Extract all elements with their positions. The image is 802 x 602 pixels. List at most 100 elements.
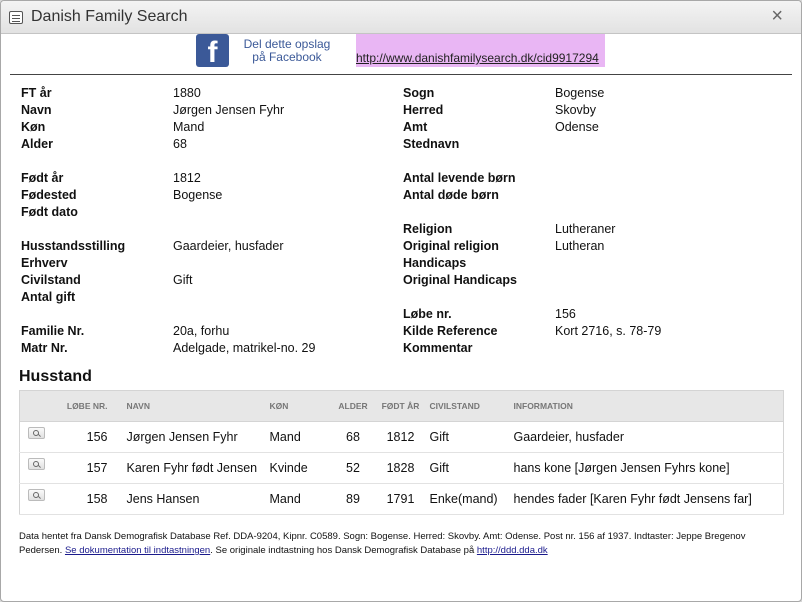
magnifier-icon[interactable] — [28, 489, 45, 501]
field-label: Løbe nr. — [403, 307, 452, 321]
cell-lobe: 156 — [57, 421, 112, 453]
field-label: FT år — [21, 86, 52, 100]
facebook-share-line2: på Facebook — [252, 50, 322, 64]
column-header: LØBE NR. — [57, 390, 112, 422]
cell-navn: Karen Fyhr født Jensen — [111, 452, 266, 484]
column-header: KØN — [265, 390, 331, 422]
facebook-icon[interactable]: f — [196, 34, 229, 67]
field-value: Bogense — [173, 188, 223, 202]
field-label: Erhverv — [21, 256, 68, 270]
cell-info: Gaardeier, husfader — [509, 421, 784, 453]
magnifier-icon[interactable] — [28, 458, 45, 470]
view-cell — [19, 421, 58, 453]
column-header: NAVN — [111, 390, 266, 422]
cell-navn: Jens Hansen — [111, 483, 266, 515]
field-label: Familie Nr. — [21, 324, 85, 338]
field-label: Herred — [403, 103, 444, 117]
field-label: Alder — [21, 137, 53, 151]
source-footer: Data hentet fra Dansk Demografisk Databa… — [19, 530, 784, 558]
cell-kon: Mand — [265, 483, 331, 515]
cell-kon: Mand — [265, 421, 331, 453]
field-value: Skovby — [555, 103, 596, 117]
field-label: Kilde Reference — [403, 324, 498, 338]
field-label: Sogn — [403, 86, 435, 100]
table-row: 156 Jørgen Jensen Fyhr Mand 68 1812 Gift Gaard… — [19, 421, 784, 453]
field-value: Gaardeier, husfader — [173, 239, 284, 253]
record-content: f Del dette opslag på Facebook http://ww… — [10, 34, 792, 601]
cell-lobe: 158 — [57, 483, 112, 515]
cell-alder: 68 — [330, 421, 376, 453]
field-label: Husstandsstilling — [21, 239, 126, 253]
field-value: Lutheran — [555, 239, 605, 253]
view-cell — [19, 452, 58, 484]
footer-text: . Se originale indtastning hos Dansk Dem… — [210, 545, 477, 556]
household-header-row: LØBE NR. NAVN KØN ALDER FØDT ÅR CIVILSTA… — [19, 390, 784, 422]
column-header: CIVILSTAND — [425, 390, 510, 422]
field-label: Født år — [21, 171, 64, 185]
document-icon — [9, 10, 23, 24]
column-header: INFORMATION — [509, 390, 784, 422]
field-label: Navn — [21, 103, 52, 117]
field-value: Jørgen Jensen Fyhr — [173, 103, 285, 117]
field-label: Amt — [403, 120, 428, 134]
field-value: 1880 — [173, 86, 201, 100]
field-label: Født dato — [21, 205, 78, 219]
facebook-share-link[interactable]: Del dette opslag på Facebook — [236, 38, 338, 64]
share-bar: f Del dette opslag på Facebook http://ww… — [10, 34, 792, 75]
field-label: Original religion — [403, 239, 499, 253]
field-value: Odense — [555, 120, 599, 134]
field-label: Kommentar — [403, 341, 473, 355]
table-row: 157 Karen Fyhr født Jensen Kvinde 52 1828 Gif… — [19, 452, 784, 484]
field-value: Mand — [173, 120, 205, 134]
cell-info: hans kone [Jørgen Jensen Fyhrs kone] — [509, 452, 784, 484]
view-cell — [19, 483, 58, 515]
cell-kon: Kvinde — [265, 452, 331, 484]
field-label: Antal levende børn — [403, 171, 516, 185]
column-header: ALDER — [330, 390, 376, 422]
view-column-header — [19, 390, 58, 422]
permalink-box: http://www.danishfamilysearch.dk/cid9917… — [356, 34, 605, 67]
permalink-link[interactable]: http://www.danishfamilysearch.dk/cid9917… — [356, 51, 599, 65]
magnifier-icon[interactable] — [28, 427, 45, 439]
cell-civil: Gift — [425, 421, 510, 453]
cell-navn: Jørgen Jensen Fyhr — [111, 421, 266, 453]
close-button[interactable]: × — [771, 6, 783, 26]
field-label: Antal gift — [21, 290, 76, 304]
dda-link[interactable]: http://ddd.dda.dk — [477, 545, 548, 556]
field-value: Adelgade, matrikel-no. 29 — [173, 341, 316, 355]
field-value: 1812 — [173, 171, 201, 185]
cell-civil: Enke(mand) — [425, 483, 510, 515]
cell-fodt: 1791 — [375, 483, 426, 515]
household-table: LØBE NR. NAVN KØN ALDER FØDT ÅR CIVILSTA… — [19, 390, 784, 515]
dialog-window: Danish Family Search × f Del dette opsla… — [0, 0, 802, 602]
table-row: 158 Jens Hansen Mand 89 1791 Enke(mand) hendes… — [19, 483, 784, 515]
cell-alder: 89 — [330, 483, 376, 515]
field-label: Fødested — [21, 188, 77, 202]
field-label: Matr Nr. — [21, 341, 68, 355]
field-value: 68 — [173, 137, 187, 151]
field-label: Original Handicaps — [403, 273, 517, 287]
cell-lobe: 157 — [57, 452, 112, 484]
cell-alder: 52 — [330, 452, 376, 484]
documentation-link[interactable]: Se dokumentation til indtastningen — [65, 545, 210, 556]
field-label: Civilstand — [21, 273, 81, 287]
field-value: Bogense — [555, 86, 605, 100]
cell-civil: Gift — [425, 452, 510, 484]
field-value: 156 — [555, 307, 576, 321]
title-bar: Danish Family Search × — [1, 1, 801, 34]
field-value: Gift — [173, 273, 193, 287]
cell-info: hendes fader [Karen Fyhr født Jensens fa… — [509, 483, 784, 515]
column-header: FØDT ÅR — [375, 390, 426, 422]
field-label: Religion — [403, 222, 453, 236]
household-title: Husstand — [19, 368, 92, 385]
field-value: Kort 2716, s. 78-79 — [555, 324, 662, 338]
field-value: Lutheraner — [555, 222, 616, 236]
field-label: Køn — [21, 120, 46, 134]
field-label: Antal døde børn — [403, 188, 499, 202]
cell-fodt: 1828 — [375, 452, 426, 484]
field-label: Stednavn — [403, 137, 460, 151]
field-value: 20a, forhu — [173, 324, 230, 338]
field-label: Handicaps — [403, 256, 467, 270]
cell-fodt: 1812 — [375, 421, 426, 453]
window-title: Danish Family Search — [31, 8, 188, 25]
